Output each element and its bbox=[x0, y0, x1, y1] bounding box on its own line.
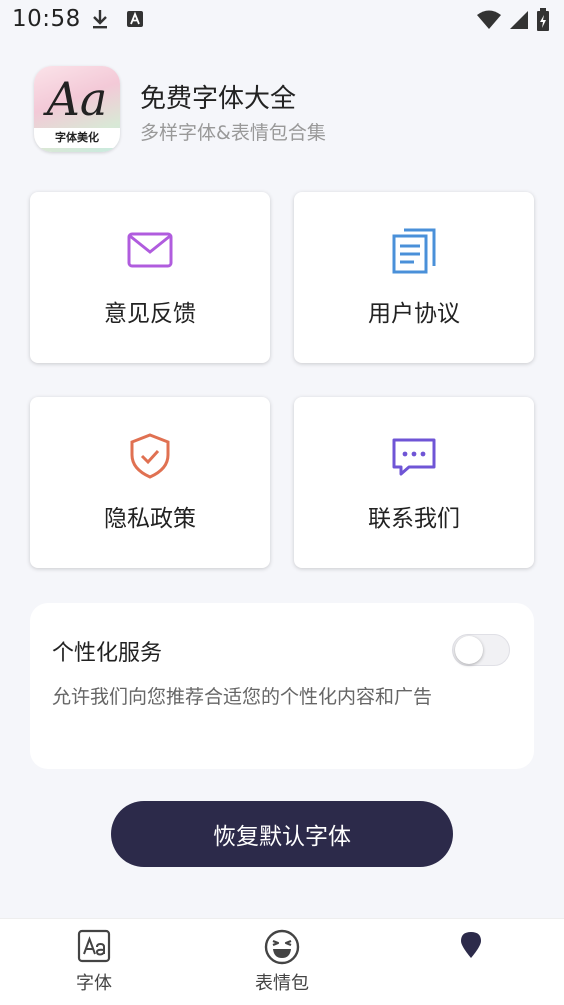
wifi-icon bbox=[476, 9, 502, 35]
mail-icon bbox=[127, 232, 173, 272]
chat-icon bbox=[391, 437, 437, 481]
user-agreement-card[interactable]: 用户协议 bbox=[294, 192, 534, 363]
privacy-policy-label: 隐私政策 bbox=[104, 506, 196, 532]
signal-icon bbox=[508, 9, 530, 35]
feedback-card[interactable]: 意见反馈 bbox=[30, 192, 270, 363]
contact-us-card[interactable]: 联系我们 bbox=[294, 397, 534, 568]
toggle-knob bbox=[455, 636, 483, 664]
app-logo-text: Aa bbox=[46, 72, 108, 126]
personalized-service-description: 允许我们向您推荐合适您的个性化内容和广告 bbox=[52, 686, 433, 708]
nav-label-emoji: 表情包 bbox=[255, 973, 309, 994]
privacy-policy-card[interactable]: 隐私政策 bbox=[30, 397, 270, 568]
laughing-emoji-icon bbox=[264, 929, 300, 969]
personalized-service-title: 个性化服务 bbox=[52, 641, 163, 666]
feedback-label: 意见反馈 bbox=[104, 301, 196, 327]
app-logo: Aa 字体美化 bbox=[34, 66, 120, 152]
nav-item-fonts[interactable]: 字体 bbox=[34, 919, 154, 1005]
personalized-service-toggle[interactable] bbox=[452, 634, 510, 666]
app-logo-subtext: 字体美化 bbox=[34, 128, 120, 148]
app-subtitle: 多样字体&表情包合集 bbox=[140, 122, 326, 144]
reset-default-font-button[interactable]: 恢复默认字体 bbox=[111, 801, 453, 867]
bottom-nav: 字体 表情包 bbox=[0, 918, 564, 1005]
nav-item-emoji[interactable]: 表情包 bbox=[222, 919, 342, 1005]
nav-label-fonts: 字体 bbox=[76, 973, 112, 994]
user-agreement-label: 用户协议 bbox=[368, 301, 460, 327]
contact-us-label: 联系我们 bbox=[368, 506, 460, 532]
font-aa-icon bbox=[77, 929, 111, 967]
document-icon bbox=[392, 228, 436, 278]
app-title: 免费字体大全 bbox=[140, 84, 297, 114]
shield-icon bbox=[129, 433, 171, 483]
personalized-service-section: 个性化服务 允许我们向您推荐合适您的个性化内容和广告 bbox=[30, 603, 534, 769]
status-time: 10:58 bbox=[12, 6, 81, 32]
download-icon bbox=[90, 8, 110, 34]
battery-icon bbox=[536, 8, 550, 36]
a-badge-icon bbox=[126, 10, 144, 32]
nav-item-profile[interactable] bbox=[411, 919, 531, 1005]
location-pin-icon bbox=[460, 931, 482, 963]
status-bar: 10:58 bbox=[0, 0, 564, 40]
